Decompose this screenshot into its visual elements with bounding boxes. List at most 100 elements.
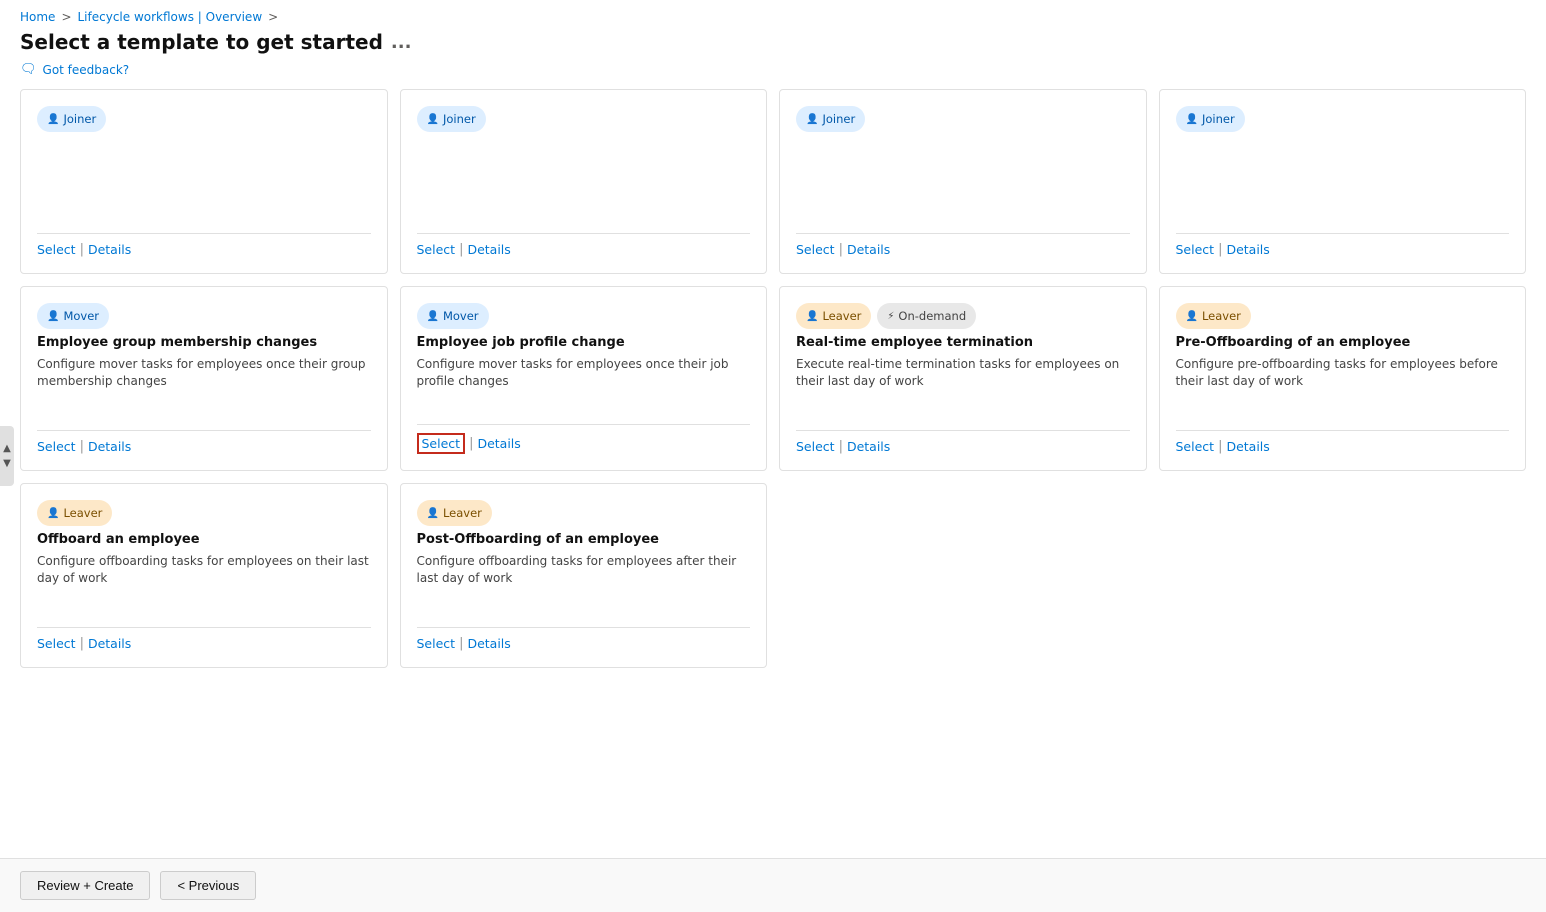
- card-8-desc: Configure pre-offboarding tasks for empl…: [1176, 356, 1510, 418]
- card-2-tags: 👤Joiner: [417, 106, 751, 132]
- card-1-select[interactable]: Select: [37, 242, 76, 257]
- card-10-select[interactable]: Select: [417, 636, 456, 651]
- card-1: 👤Joiner Select | Details: [20, 89, 388, 274]
- card-9-actions: Select | Details: [37, 627, 371, 651]
- feedback-bar[interactable]: 🗨 Got feedback?: [0, 58, 1546, 85]
- joiner-icon: 👤: [806, 114, 818, 125]
- card-10-tags: 👤Leaver: [417, 500, 751, 526]
- card-9: 👤Leaver Offboard an employee Configure off…: [20, 483, 388, 668]
- card-4-actions: Select | Details: [1176, 233, 1510, 257]
- card-5-desc: Configure mover tasks for employees once…: [37, 356, 371, 418]
- card-5-sep: |: [80, 439, 84, 454]
- tag-mover: 👤Mover: [417, 303, 489, 329]
- card-8-title: Pre-Offboarding of an employee: [1176, 335, 1510, 350]
- card-3-select[interactable]: Select: [796, 242, 835, 257]
- scroll-indicator[interactable]: ▲ ▼: [0, 426, 14, 486]
- page-title-container: Select a template to get started ...: [0, 24, 1546, 58]
- tag-joiner: 👤Joiner: [796, 106, 865, 132]
- card-9-select[interactable]: Select: [37, 636, 76, 651]
- card-3-actions: Select | Details: [796, 233, 1130, 257]
- leaver-icon: 👤: [806, 311, 818, 322]
- card-2-actions: Select | Details: [417, 233, 751, 257]
- card-8-select[interactable]: Select: [1176, 439, 1215, 454]
- card-6-desc: Configure mover tasks for employees once…: [417, 356, 751, 412]
- leaver-icon: 👤: [427, 508, 439, 519]
- tag-joiner: 👤Joiner: [417, 106, 486, 132]
- card-1-sep: |: [80, 242, 84, 257]
- card-7-desc: Execute real-time termination tasks for …: [796, 356, 1130, 418]
- card-3-tags: 👤Joiner: [796, 106, 1130, 132]
- joiner-icon: 👤: [427, 114, 439, 125]
- mover-icon: 👤: [427, 311, 439, 322]
- card-8-sep: |: [1218, 439, 1222, 454]
- card-7: 👤Leaver⚡On-demandReal-time employee term…: [779, 286, 1147, 471]
- card-5-details[interactable]: Details: [88, 439, 131, 454]
- card-8-actions: Select | Details: [1176, 430, 1510, 454]
- card-2-details[interactable]: Details: [467, 242, 510, 257]
- card-6-select[interactable]: Select: [417, 433, 466, 454]
- card-8-details[interactable]: Details: [1226, 439, 1269, 454]
- card-9-tags: 👤Leaver: [37, 500, 371, 526]
- card-6-details[interactable]: Details: [477, 436, 520, 451]
- card-1-actions: Select | Details: [37, 233, 371, 257]
- mover-icon: 👤: [47, 311, 59, 322]
- card-6-title: Employee job profile change: [417, 335, 751, 350]
- card-7-select[interactable]: Select: [796, 439, 835, 454]
- tag-leaver: 👤Leaver: [1176, 303, 1251, 329]
- ondemand-icon: ⚡: [887, 311, 894, 322]
- card-7-sep: |: [839, 439, 843, 454]
- card-10: 👤Leaver Post-Offboarding of an employee Co…: [400, 483, 768, 668]
- tag-leaver: 👤Leaver: [417, 500, 492, 526]
- card-9-sep: |: [80, 636, 84, 651]
- card-3-sep: |: [839, 242, 843, 257]
- card-3-details[interactable]: Details: [847, 242, 890, 257]
- breadcrumb-sep2: >: [268, 10, 278, 24]
- card-1-details[interactable]: Details: [88, 242, 131, 257]
- card-10-actions: Select | Details: [417, 627, 751, 651]
- card-7-tags: 👤Leaver⚡On-demand: [796, 303, 1130, 329]
- card-10-details[interactable]: Details: [467, 636, 510, 651]
- card-5-select[interactable]: Select: [37, 439, 76, 454]
- more-options-button[interactable]: ...: [391, 32, 412, 53]
- tag-leaver: 👤Leaver: [796, 303, 871, 329]
- joiner-icon: 👤: [47, 114, 59, 125]
- card-5-title: Employee group membership changes: [37, 335, 371, 350]
- card-4: 👤Joiner Select | Details: [1159, 89, 1527, 274]
- feedback-label[interactable]: Got feedback?: [43, 63, 130, 77]
- leaver-icon: 👤: [47, 508, 59, 519]
- card-9-desc: Configure offboarding tasks for employee…: [37, 553, 371, 615]
- card-5-tags: 👤Mover: [37, 303, 371, 329]
- feedback-icon: 🗨: [20, 62, 37, 77]
- card-4-details[interactable]: Details: [1226, 242, 1269, 257]
- card-2-select[interactable]: Select: [417, 242, 456, 257]
- card-1-tags: 👤Joiner: [37, 106, 371, 132]
- card-4-tags: 👤Joiner: [1176, 106, 1510, 132]
- bottom-bar: Review + Create < Previous: [0, 858, 1546, 912]
- page-title: Select a template to get started: [20, 30, 383, 54]
- card-8: 👤Leaver Pre-Offboarding of an employee Con…: [1159, 286, 1527, 471]
- review-create-button[interactable]: Review + Create: [20, 871, 150, 900]
- main-content: 👤Joiner Select | Details 👤Joiner Select | D…: [0, 85, 1546, 858]
- card-9-title: Offboard an employee: [37, 532, 371, 547]
- card-7-details[interactable]: Details: [847, 439, 890, 454]
- tag-mover: 👤Mover: [37, 303, 109, 329]
- card-6: 👤Mover Employee job profile change Configu…: [400, 286, 768, 471]
- card-4-select[interactable]: Select: [1176, 242, 1215, 257]
- breadcrumb: Home > Lifecycle workflows | Overview >: [0, 0, 1546, 24]
- card-6-sep: |: [469, 436, 473, 451]
- card-9-details[interactable]: Details: [88, 636, 131, 651]
- tag-joiner: 👤Joiner: [1176, 106, 1245, 132]
- previous-button[interactable]: < Previous: [160, 871, 256, 900]
- card-7-actions: Select | Details: [796, 430, 1130, 454]
- card-10-desc: Configure offboarding tasks for employee…: [417, 553, 751, 615]
- card-10-title: Post-Offboarding of an employee: [417, 532, 751, 547]
- tag-joiner: 👤Joiner: [37, 106, 106, 132]
- leaver-icon: 👤: [1186, 311, 1198, 322]
- breadcrumb-home[interactable]: Home: [20, 10, 55, 24]
- tag-ondemand: ⚡On-demand: [877, 303, 976, 329]
- card-2-sep: |: [459, 242, 463, 257]
- card-3: 👤Joiner Select | Details: [779, 89, 1147, 274]
- card-5: 👤Mover Employee group membership changes C…: [20, 286, 388, 471]
- card-5-actions: Select | Details: [37, 430, 371, 454]
- breadcrumb-lifecycle[interactable]: Lifecycle workflows | Overview: [78, 10, 263, 24]
